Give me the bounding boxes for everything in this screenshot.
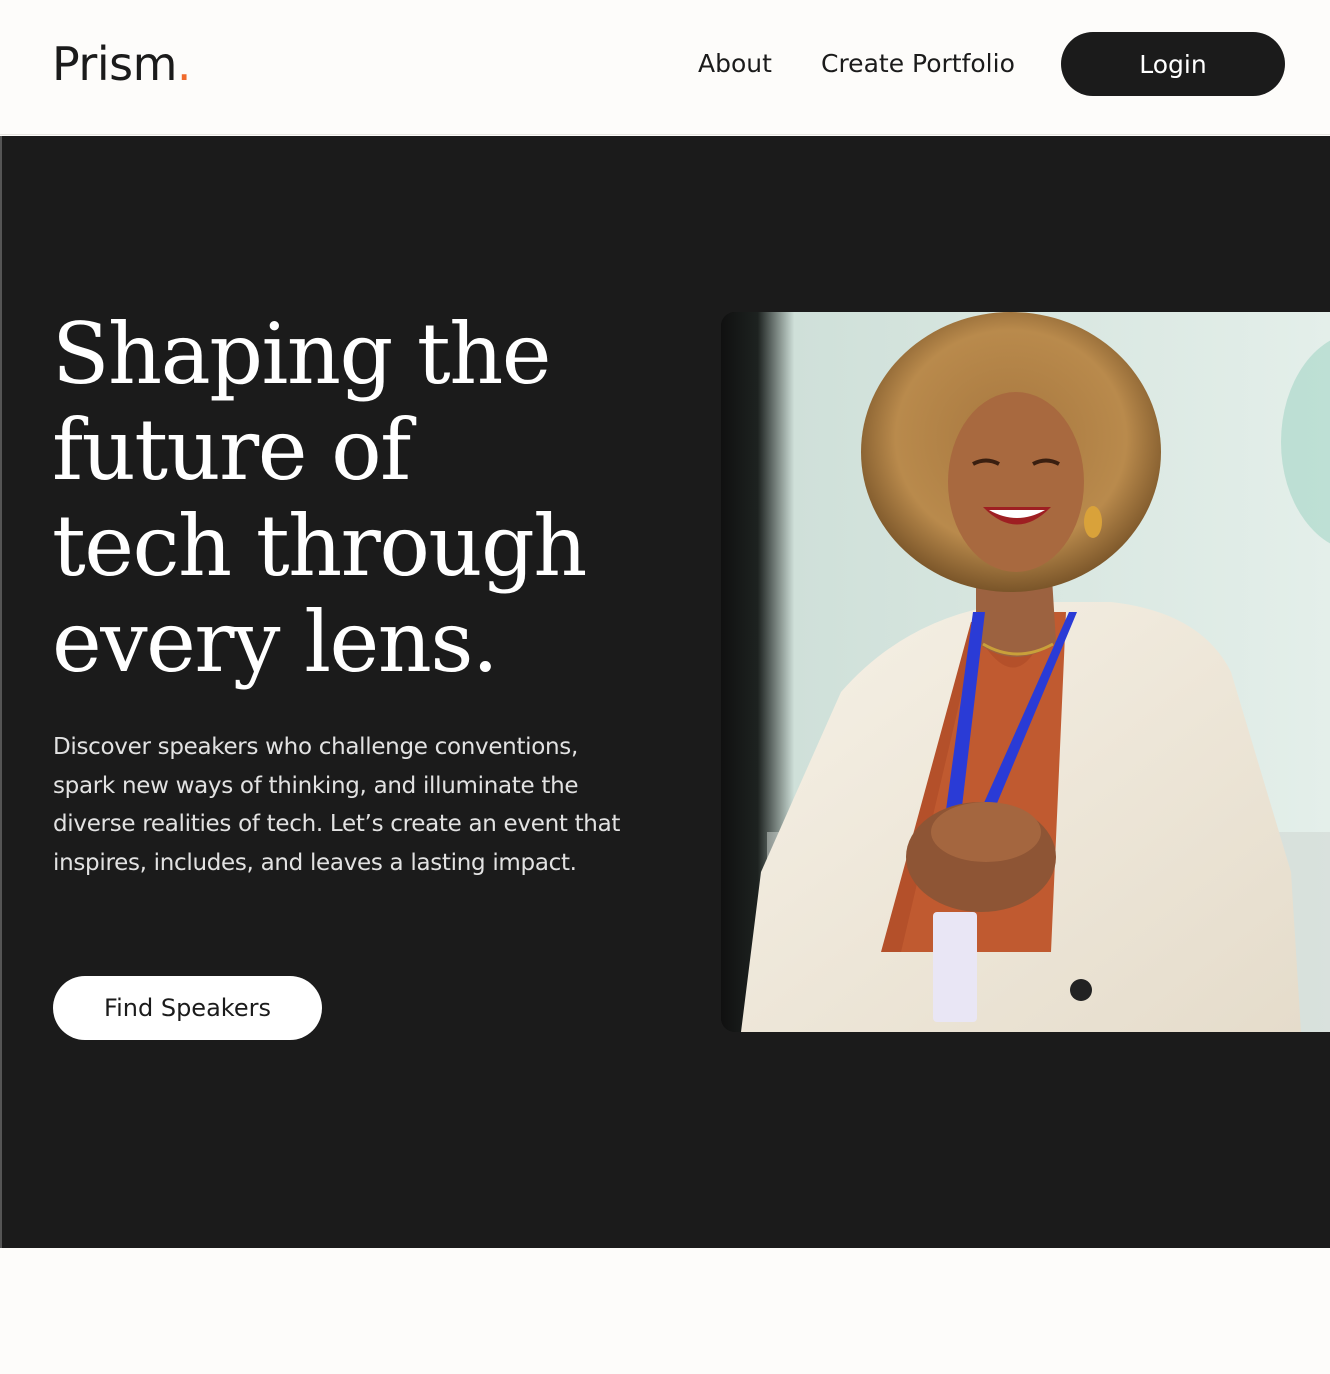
nav-link-create-portfolio[interactable]: Create Portfolio — [821, 44, 1015, 84]
hero-description: Discover speakers who challenge conventi… — [53, 734, 621, 876]
hero-title-line: every lens. — [52, 593, 499, 691]
logo-text: Prism — [52, 37, 177, 91]
site-header: Prism. About Create Portfolio Login — [0, 0, 1330, 135]
login-button[interactable]: Login — [1061, 32, 1285, 96]
hero-title-line: Shaping the — [52, 305, 552, 403]
hero-speaker-photo — [721, 312, 1330, 1032]
hero-section: Shaping the future of tech through every… — [0, 136, 1330, 1248]
next-section — [0, 1248, 1330, 1374]
logo-dot: . — [176, 37, 192, 91]
hero-title-line: future of — [52, 401, 411, 499]
find-speakers-button[interactable]: Find Speakers — [53, 976, 322, 1040]
nav-link-about[interactable]: About — [698, 44, 772, 84]
hero-title-line: tech through — [52, 497, 587, 595]
logo[interactable]: Prism. — [52, 34, 192, 94]
hero-title: Shaping the future of tech through every… — [52, 306, 692, 690]
